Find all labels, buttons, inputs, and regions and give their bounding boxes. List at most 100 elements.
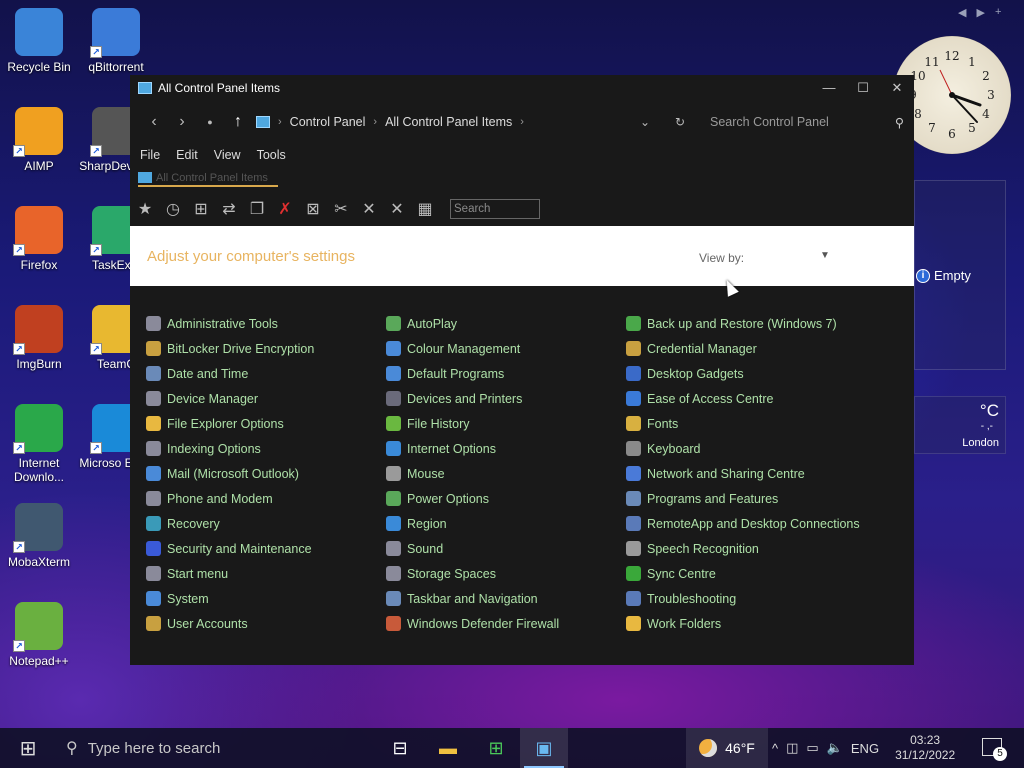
remove-icon[interactable]: ✕ xyxy=(358,198,380,220)
control-panel-item[interactable]: Troubleshooting xyxy=(626,586,886,611)
back-button[interactable]: ‹ xyxy=(140,113,168,131)
control-panel-item[interactable]: Recovery xyxy=(146,511,386,536)
favorites-star-icon[interactable]: ★ xyxy=(134,198,156,220)
taskbar-clock[interactable]: 03:23 31/12/2022 xyxy=(895,733,955,763)
desktop-icon[interactable]: ↗ Firefox xyxy=(1,206,77,272)
control-panel-item[interactable]: File Explorer Options xyxy=(146,411,386,436)
history-icon[interactable]: ◷ xyxy=(162,198,184,220)
clear-icon[interactable]: ✕ xyxy=(386,198,408,220)
control-panel-item[interactable]: Speech Recognition xyxy=(626,536,886,561)
control-panel-taskbar-button[interactable]: ▣ xyxy=(520,728,568,768)
control-panel-item[interactable]: File History xyxy=(386,411,626,436)
control-panel-item[interactable]: Fonts xyxy=(626,411,886,436)
taskbar-weather[interactable]: 46°F xyxy=(686,728,768,768)
start-button[interactable]: ⊞ xyxy=(0,728,56,768)
desktop-icon[interactable]: ↗ Internet Downlo... xyxy=(1,404,77,484)
control-panel-item[interactable]: User Accounts xyxy=(146,611,386,636)
breadcrumb-all-items[interactable]: All Control Panel Items xyxy=(385,115,512,129)
task-view-button[interactable]: ⊟ xyxy=(376,728,424,768)
next-arrow-icon[interactable]: ▶ xyxy=(976,6,984,19)
desktop-icon[interactable]: ↗ ImgBurn xyxy=(1,305,77,371)
control-panel-item[interactable]: Windows Defender Firewall xyxy=(386,611,626,636)
maximize-button[interactable]: ☐ xyxy=(846,80,880,96)
add-gadget-icon[interactable]: + xyxy=(995,6,1001,19)
control-panel-item[interactable]: Mail (Microsoft Outlook) xyxy=(146,461,386,486)
control-panel-item[interactable]: Default Programs xyxy=(386,361,626,386)
control-panel-item[interactable]: Power Options xyxy=(386,486,626,511)
desktop-icon[interactable]: ↗ Notepad++ xyxy=(1,602,77,668)
toolbar-search-input[interactable]: Search xyxy=(450,199,540,219)
control-panel-item[interactable]: Desktop Gadgets xyxy=(626,361,886,386)
control-panel-item[interactable]: Indexing Options xyxy=(146,436,386,461)
weather-gadget[interactable]: °C - ,- London xyxy=(914,396,1006,454)
menu-view[interactable]: View xyxy=(214,148,241,162)
move-icon[interactable]: ⇄ xyxy=(218,198,240,220)
layout-icon[interactable]: ▦ xyxy=(414,198,436,220)
control-panel-item[interactable]: Sound xyxy=(386,536,626,561)
control-panel-item[interactable]: Taskbar and Navigation xyxy=(386,586,626,611)
control-panel-item[interactable]: Phone and Modem xyxy=(146,486,386,511)
chevron-down-icon[interactable]: ⌄ xyxy=(630,115,660,129)
control-panel-item[interactable]: System xyxy=(146,586,386,611)
windows-logo-icon[interactable]: ⊞ xyxy=(190,198,212,220)
close-button[interactable]: ✕ xyxy=(880,80,914,96)
chevron-right-icon[interactable]: › xyxy=(278,116,282,128)
delete-window-icon[interactable]: ⊠ xyxy=(302,198,324,220)
control-panel-item[interactable]: Back up and Restore (Windows 7) xyxy=(626,311,886,336)
control-panel-item[interactable]: Credential Manager xyxy=(626,336,886,361)
chevron-right-icon[interactable]: › xyxy=(520,116,524,128)
breadcrumb-control-panel[interactable]: Control Panel xyxy=(290,115,366,129)
menu-tools[interactable]: Tools xyxy=(257,148,286,162)
prev-arrow-icon[interactable]: ◀ xyxy=(958,6,966,19)
up-button[interactable]: ↑ xyxy=(224,113,252,131)
file-explorer-taskbar-button[interactable]: ▬ xyxy=(424,728,472,768)
desktop-icon[interactable]: ↗ qBittorrent xyxy=(78,8,154,74)
cut-icon[interactable]: ✂ xyxy=(330,198,352,220)
delete-icon[interactable]: ✗ xyxy=(274,198,296,220)
control-panel-item[interactable]: Storage Spaces xyxy=(386,561,626,586)
control-panel-item[interactable]: Colour Management xyxy=(386,336,626,361)
control-panel-item[interactable]: AutoPlay xyxy=(386,311,626,336)
desktop-icon[interactable]: ↗ MobaXterm xyxy=(1,503,77,569)
chevron-up-icon[interactable]: ^ xyxy=(772,741,778,756)
store-taskbar-button[interactable]: ⊞ xyxy=(472,728,520,768)
language-indicator[interactable]: ENG xyxy=(851,741,879,756)
control-panel-item[interactable]: Devices and Printers xyxy=(386,386,626,411)
control-panel-item[interactable]: Start menu xyxy=(146,561,386,586)
menu-file[interactable]: File xyxy=(140,148,160,162)
chevron-right-icon[interactable]: › xyxy=(373,116,377,128)
control-panel-item[interactable]: Network and Sharing Centre xyxy=(626,461,886,486)
control-panel-item[interactable]: Date and Time xyxy=(146,361,386,386)
title-bar[interactable]: All Control Panel Items — ☐ ✕ xyxy=(130,75,914,101)
minimize-button[interactable]: — xyxy=(812,80,846,96)
taskbar-search[interactable]: ⚲ Type here to search xyxy=(56,728,376,768)
control-panel-item[interactable]: Internet Options xyxy=(386,436,626,461)
control-panel-item[interactable]: BitLocker Drive Encryption xyxy=(146,336,386,361)
gadget-nav[interactable]: ◀ ▶ + xyxy=(958,6,1001,19)
forward-button[interactable]: › xyxy=(168,113,196,131)
recent-dot-icon[interactable]: ● xyxy=(196,117,224,127)
desktop-icon[interactable]: ↗ AIMP xyxy=(1,107,77,173)
gadget-empty[interactable]: i Empty xyxy=(916,268,971,283)
notification-center-button[interactable]: 5 xyxy=(982,738,1007,761)
control-panel-item[interactable]: Mouse xyxy=(386,461,626,486)
control-panel-item[interactable]: Device Manager xyxy=(146,386,386,411)
control-panel-item[interactable]: RemoteApp and Desktop Connections xyxy=(626,511,886,536)
control-panel-item[interactable]: Region xyxy=(386,511,626,536)
search-input[interactable]: Search Control Panel ⚲ xyxy=(700,109,914,135)
search-icon[interactable]: ⚲ xyxy=(895,115,904,130)
control-panel-item[interactable]: Programs and Features xyxy=(626,486,886,511)
refresh-button[interactable]: ↻ xyxy=(660,115,700,129)
desktop-icon[interactable]: Recycle Bin xyxy=(1,8,77,74)
copy-icon[interactable]: ❐ xyxy=(246,198,268,220)
control-panel-item[interactable]: Administrative Tools xyxy=(146,311,386,336)
volume-muted-icon[interactable]: 🔈 xyxy=(827,740,843,756)
network-icon[interactable]: ▭ xyxy=(806,740,818,756)
view-by-dropdown[interactable]: ▼ xyxy=(820,250,830,261)
control-panel-item[interactable]: Work Folders xyxy=(626,611,886,636)
control-panel-item[interactable]: Sync Centre xyxy=(626,561,886,586)
control-panel-item[interactable]: Ease of Access Centre xyxy=(626,386,886,411)
ghost-tab[interactable]: All Control Panel Items xyxy=(138,170,278,187)
menu-edit[interactable]: Edit xyxy=(176,148,198,162)
control-panel-item[interactable]: Keyboard xyxy=(626,436,886,461)
